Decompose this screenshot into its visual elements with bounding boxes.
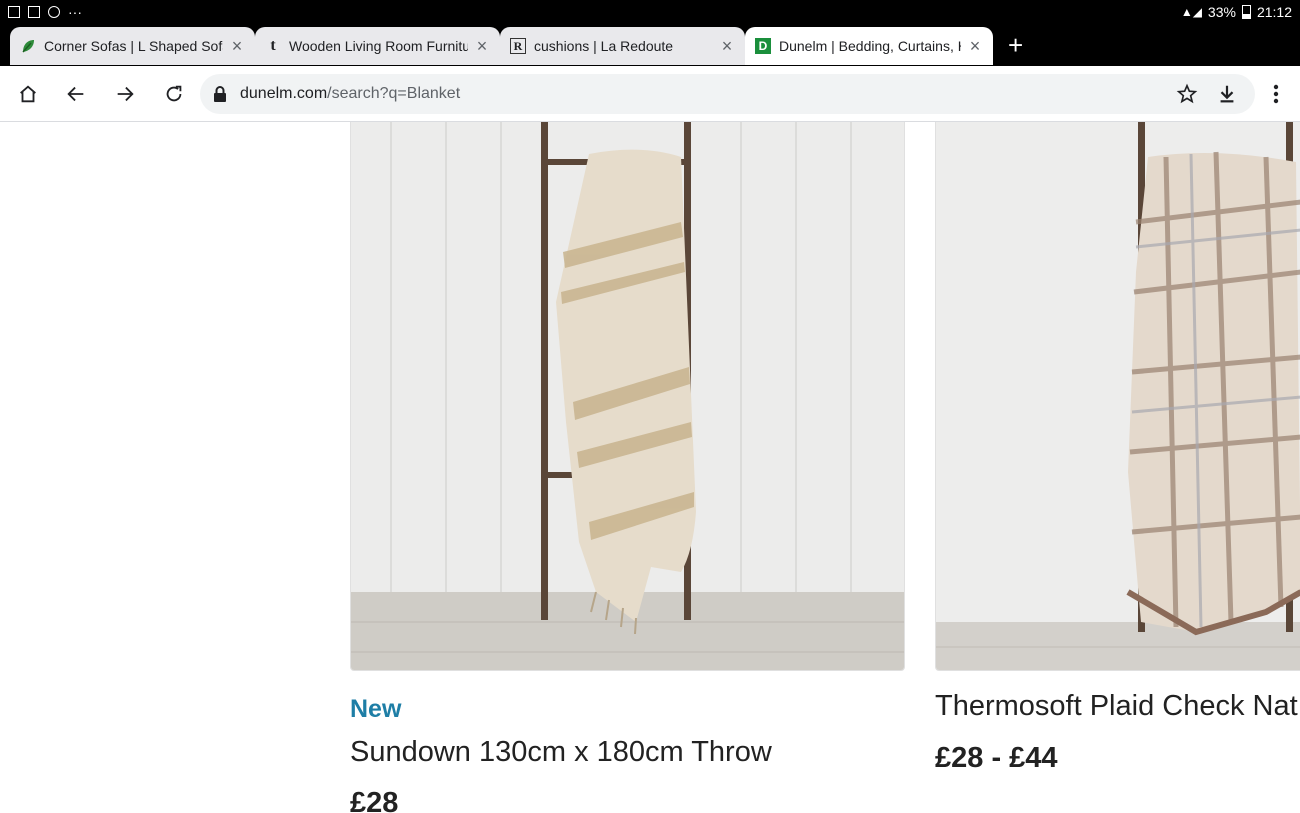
product-name[interactable]: Thermosoft Plaid Check Nat (935, 690, 1298, 723)
product-price: £28 - £44 (935, 742, 1058, 774)
url-path: /search?q=Blanket (327, 85, 461, 102)
tab-cushions[interactable]: R cushions | La Redoute × (500, 27, 745, 65)
more-vert-icon (1273, 84, 1279, 104)
d-icon: D (755, 38, 771, 54)
tab-strip: Corner Sofas | L Shaped Sofa × t Wooden … (0, 26, 1300, 66)
star-icon[interactable] (1176, 83, 1198, 110)
status-bar: ··· ▲◢ 33% 21:12 (0, 0, 1300, 26)
battery-percent: 33% (1207, 4, 1236, 20)
tab-wooden-furniture[interactable]: t Wooden Living Room Furniture × (255, 27, 500, 65)
home-icon (20, 85, 36, 103)
leaf-icon (20, 38, 36, 54)
download-icon[interactable] (1216, 83, 1238, 110)
signal-icon: ▲◢ (1180, 5, 1202, 19)
tab-title: Wooden Living Room Furniture (289, 38, 468, 54)
battery-icon (1241, 5, 1251, 19)
sync-icon (48, 6, 60, 18)
close-icon[interactable]: × (967, 37, 983, 55)
t-icon: t (270, 37, 276, 54)
tab-title: Corner Sofas | L Shaped Sofa (44, 38, 223, 54)
browser-toolbar: dunelm.com/search?q=Blanket (0, 66, 1300, 122)
back-button[interactable] (60, 78, 92, 110)
reload-button[interactable] (158, 78, 190, 110)
tab-dunelm[interactable]: D Dunelm | Bedding, Curtains, H × (745, 27, 993, 65)
r-icon: R (510, 38, 526, 54)
image-icon (28, 6, 40, 18)
close-icon[interactable]: × (229, 37, 245, 55)
tab-title: Dunelm | Bedding, Curtains, H (779, 38, 961, 54)
close-icon[interactable]: × (719, 37, 735, 55)
arrow-right-icon (117, 86, 134, 102)
tab-title: cushions | La Redoute (534, 38, 674, 54)
menu-button[interactable] (1260, 78, 1292, 110)
clock: 21:12 (1256, 4, 1292, 20)
tab-corner-sofas[interactable]: Corner Sofas | L Shaped Sofa × (10, 27, 255, 65)
product-image[interactable] (350, 122, 905, 671)
product-name[interactable]: Sundown 130cm x 180cm Throw (350, 736, 772, 769)
more-notifications: ··· (68, 4, 82, 20)
url-text: dunelm.com/search?q=Blanket (240, 85, 460, 103)
search-results: New Sundown 130cm x 180cm Throw £28 Ther… (0, 122, 1300, 813)
home-button[interactable] (12, 78, 44, 110)
arrow-left-icon (67, 86, 84, 102)
forward-button[interactable] (109, 78, 141, 110)
product-price: £28 (350, 787, 399, 813)
url-host: dunelm.com (240, 85, 328, 102)
product-image[interactable] (935, 122, 1300, 671)
new-badge: New (350, 695, 402, 723)
lock-icon (213, 86, 227, 107)
notification-icon (8, 6, 20, 18)
new-tab-button[interactable]: + (1008, 32, 1023, 58)
reload-icon (166, 85, 182, 102)
address-bar[interactable]: dunelm.com/search?q=Blanket (200, 74, 1255, 114)
close-icon[interactable]: × (474, 37, 490, 55)
